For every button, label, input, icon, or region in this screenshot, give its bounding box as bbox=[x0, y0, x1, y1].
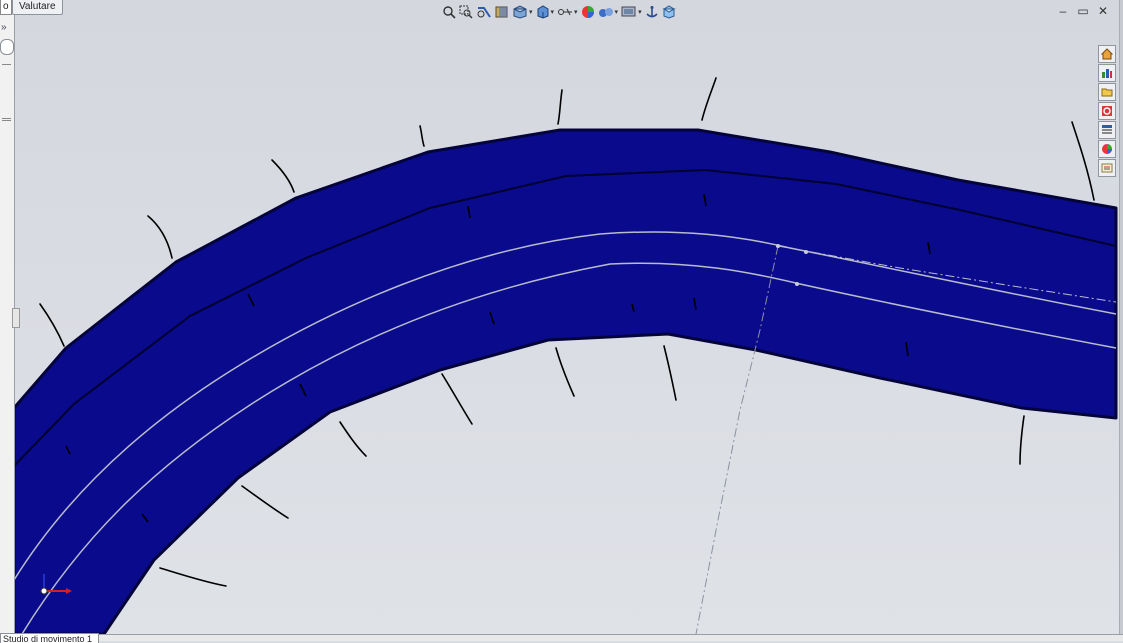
splitter-handle[interactable] bbox=[12, 308, 20, 328]
zoom-to-fit-icon[interactable] bbox=[441, 3, 457, 21]
panel-divider bbox=[2, 120, 11, 121]
panel-divider bbox=[2, 118, 11, 119]
coordinate-triad-icon bbox=[40, 574, 72, 595]
search-icon[interactable] bbox=[1098, 102, 1116, 120]
restore-icon[interactable]: ▭ bbox=[1077, 4, 1089, 18]
feature-manager-collapsed-panel[interactable]: » bbox=[0, 0, 20, 634]
solidworks-resources-icon[interactable] bbox=[1098, 45, 1116, 63]
panel-toggle-button[interactable] bbox=[0, 39, 14, 55]
window-controls: – ▭ ✕ bbox=[1057, 4, 1109, 18]
anchor-icon[interactable] bbox=[644, 3, 660, 21]
minimize-icon[interactable]: – bbox=[1057, 4, 1069, 18]
panel-divider bbox=[2, 64, 11, 65]
hide-show-items-icon[interactable]: ▾ bbox=[556, 3, 579, 21]
previous-view-icon[interactable] bbox=[475, 3, 493, 21]
tab-fragment[interactable]: o bbox=[0, 0, 12, 15]
edit-appearance-icon[interactable] bbox=[580, 3, 596, 21]
model-scene[interactable] bbox=[0, 0, 1123, 640]
graphics-area[interactable] bbox=[0, 0, 1123, 640]
heads-up-view-toolbar: ▾ ▾ ▾ ▾ ▾ bbox=[441, 3, 677, 21]
close-icon[interactable]: ✕ bbox=[1097, 4, 1109, 18]
expand-panel-icon[interactable]: » bbox=[1, 22, 7, 33]
file-explorer-icon[interactable] bbox=[1098, 83, 1116, 101]
apply-scene-icon[interactable]: ▾ bbox=[597, 3, 620, 21]
zoom-to-area-icon[interactable] bbox=[458, 3, 474, 21]
tab-valutare[interactable]: Valutare bbox=[12, 0, 63, 15]
task-pane-tabs bbox=[1098, 45, 1116, 177]
section-view-icon[interactable] bbox=[494, 3, 510, 21]
view-settings-icon[interactable]: ▾ bbox=[620, 3, 643, 21]
appearances-scenes-icon[interactable] bbox=[1098, 140, 1116, 158]
right-edge-border bbox=[1119, 0, 1123, 640]
design-library-icon[interactable] bbox=[1098, 64, 1116, 82]
view-palette-icon[interactable] bbox=[1098, 121, 1116, 139]
part-body[interactable] bbox=[12, 128, 1118, 636]
display-pane-icon[interactable] bbox=[661, 3, 677, 21]
custom-properties-icon[interactable] bbox=[1098, 159, 1116, 177]
view-orientation-icon[interactable]: ▾ bbox=[511, 3, 534, 21]
display-style-icon[interactable]: ▾ bbox=[535, 3, 556, 21]
tab-motion-study[interactable]: Studio di movimento 1 bbox=[0, 633, 100, 643]
